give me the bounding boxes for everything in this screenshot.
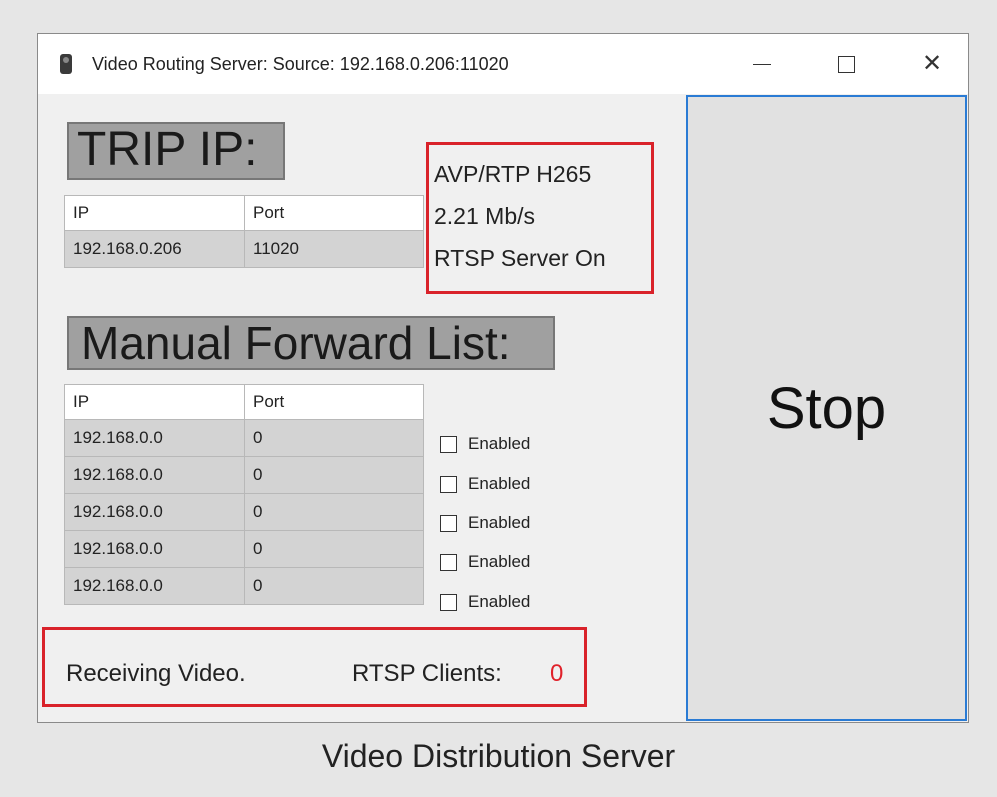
enabled-checkbox-5[interactable]: Enabled — [440, 592, 530, 616]
minimize-icon — [753, 63, 771, 66]
manual-forward-table: IP Port 192.168.0.0 0 192.168.0.0 0 192.… — [64, 384, 424, 605]
cell-port[interactable]: 11020 — [244, 230, 424, 268]
checkbox-box[interactable] — [440, 594, 457, 612]
enabled-checkbox-1[interactable]: Enabled — [440, 434, 530, 458]
column-header-port[interactable]: Port — [244, 195, 424, 231]
checkbox-label: Enabled — [468, 513, 531, 532]
caption: Video Distribution Server — [321, 738, 676, 774]
checkbox-box[interactable] — [440, 515, 457, 533]
close-button[interactable]: ✕ — [902, 46, 962, 82]
trip-ip-header: TRIP IP: — [67, 122, 285, 180]
maximize-button[interactable] — [816, 46, 876, 82]
rtsp-server-status: RTSP Server On — [434, 245, 606, 271]
column-header-ip[interactable]: IP — [64, 195, 245, 231]
column-header-ip[interactable]: IP — [64, 384, 245, 420]
checkbox-box[interactable] — [440, 476, 457, 494]
window-title: Video Routing Server: Source: 192.168.0.… — [92, 54, 509, 74]
enabled-checkbox-4[interactable]: Enabled — [440, 552, 530, 576]
rtsp-clients-label: RTSP Clients: — [352, 660, 502, 687]
checkbox-label: Enabled — [468, 552, 531, 571]
table-row[interactable]: 192.168.0.206 11020 — [64, 230, 424, 268]
table-row[interactable]: 192.168.0.0 0 — [64, 530, 424, 568]
cell-port[interactable]: 0 — [244, 419, 424, 457]
column-header-port[interactable]: Port — [244, 384, 424, 420]
cell-ip[interactable]: 192.168.0.0 — [64, 530, 245, 568]
checkbox-label: Enabled — [468, 592, 531, 611]
app-icon — [60, 54, 72, 74]
title-bar[interactable]: Video Routing Server: Source: 192.168.0.… — [38, 34, 968, 94]
trip-ip-table: IP Port 192.168.0.206 11020 — [64, 195, 424, 268]
manual-forward-list-header: Manual Forward List: — [67, 316, 555, 370]
cell-port[interactable]: 0 — [244, 456, 424, 494]
stop-button[interactable]: Stop — [686, 95, 967, 721]
checkbox-label: Enabled — [468, 474, 531, 493]
enabled-checkbox-2[interactable]: Enabled — [440, 474, 530, 498]
table-row[interactable]: 192.168.0.0 0 — [64, 419, 424, 457]
table-row[interactable]: 192.168.0.0 0 — [64, 493, 424, 531]
table-row[interactable]: 192.168.0.0 0 — [64, 456, 424, 494]
checkbox-box[interactable] — [440, 554, 457, 572]
cell-ip[interactable]: 192.168.0.0 — [64, 456, 245, 494]
receiving-status: Receiving Video. — [66, 660, 246, 687]
cell-port[interactable]: 0 — [244, 493, 424, 531]
maximize-icon — [837, 56, 855, 74]
stream-protocol: AVP/RTP H265 — [434, 161, 592, 187]
cell-ip[interactable]: 192.168.0.0 — [64, 493, 245, 531]
cell-port[interactable]: 0 — [244, 567, 424, 605]
table-header-row: IP Port — [64, 384, 424, 420]
enabled-checkbox-3[interactable]: Enabled — [440, 513, 530, 537]
cell-ip[interactable]: 192.168.0.0 — [64, 419, 245, 457]
app-window: Video Routing Server: Source: 192.168.0.… — [37, 33, 969, 723]
cell-ip[interactable]: 192.168.0.206 — [64, 230, 245, 268]
table-row[interactable]: 192.168.0.0 0 — [64, 567, 424, 605]
cell-port[interactable]: 0 — [244, 530, 424, 568]
checkbox-box[interactable] — [440, 436, 457, 454]
close-icon: ✕ — [921, 50, 943, 77]
stream-bitrate: 2.21 Mb/s — [434, 203, 535, 229]
minimize-button[interactable] — [732, 46, 792, 82]
rtsp-clients-count: 0 — [550, 660, 564, 687]
cell-ip[interactable]: 192.168.0.0 — [64, 567, 245, 605]
table-header-row: IP Port — [64, 195, 424, 231]
checkbox-label: Enabled — [468, 434, 531, 453]
